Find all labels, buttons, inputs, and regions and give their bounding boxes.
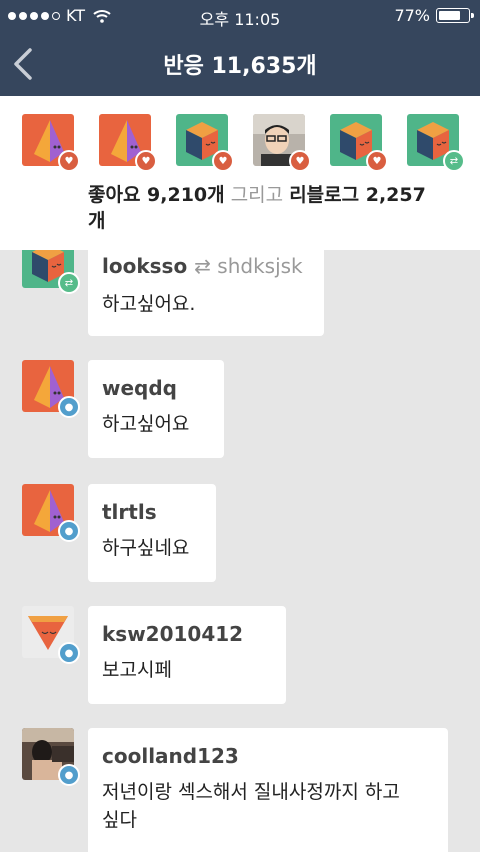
heart-icon: ♥ (135, 150, 157, 172)
likes-panel: ♥ ♥ ♥ ♥ ♥ ⇄ 좋아요 9,210개 그리고 리블로그 2,257 개 (0, 96, 480, 250)
avatar[interactable]: ⇄ (22, 250, 80, 294)
top-bar: KT 오후 11:05 77% 반응 11,635개 (0, 0, 480, 96)
reply-icon: ● (58, 396, 80, 418)
heart-icon: ♥ (289, 150, 311, 172)
avatar[interactable]: ♥ (99, 114, 157, 172)
note-bubble: coolland123 저년이랑 섹스해서 질내사정까지 하고 싶다 (88, 728, 448, 852)
notes-summary: 좋아요 9,210개 그리고 리블로그 2,257 개 (88, 182, 458, 234)
reply-icon: ● (58, 764, 80, 786)
note-username[interactable]: looksso (102, 254, 187, 278)
avatar[interactable]: ● (22, 606, 80, 664)
avatar[interactable]: ♥ (330, 114, 388, 172)
note-text-line: 싶다 (102, 809, 137, 831)
list-item: ⇄ looksso ⇄ shdksjsk 하고싶어요. (0, 250, 480, 336)
note-text: 보고시페 (102, 659, 172, 681)
list-item: ● tlrtls 하구싶네요 (0, 484, 480, 582)
battery-percent: 77% (394, 6, 430, 25)
note-text-line: 저년이랑 섹스해서 질내사정까지 하고 (102, 781, 400, 803)
avatar[interactable]: ♥ (253, 114, 311, 172)
heart-icon: ♥ (366, 150, 388, 172)
note-text: 저년이랑 섹스해서 질내사정까지 하고 싶다 (102, 778, 434, 834)
summary-conjunction: 그리고 (230, 184, 284, 206)
note-bubble: tlrtls 하구싶네요 (88, 484, 216, 582)
page-title: 반응 11,635개 (163, 54, 317, 79)
reblog-icon: ⇄ (58, 272, 80, 294)
status-bar: KT 오후 11:05 77% (0, 0, 480, 34)
avatar[interactable]: ● (22, 360, 80, 418)
note-username[interactable]: tlrtls (102, 500, 202, 524)
reblog-icon: ⇄ (443, 150, 465, 172)
notes-list[interactable]: ⇄ looksso ⇄ shdksjsk 하고싶어요. ● weqdq 하고싶어… (0, 250, 480, 852)
heart-icon: ♥ (58, 150, 80, 172)
avatar[interactable]: ● (22, 728, 80, 786)
avatar[interactable]: ● (22, 484, 80, 542)
reply-icon: ● (58, 642, 80, 664)
note-text: 하고싶어요 (102, 413, 190, 435)
avatar-row: ♥ ♥ ♥ ♥ ♥ ⇄ (22, 114, 472, 172)
battery-icon (436, 8, 474, 23)
note-bubble: looksso ⇄ shdksjsk 하고싶어요. (88, 250, 324, 336)
avatar[interactable]: ♥ (22, 114, 80, 172)
reply-icon: ● (58, 520, 80, 542)
reblogs-unit: 개 (88, 210, 106, 232)
note-username[interactable]: weqdq (102, 376, 210, 400)
avatar[interactable]: ⇄ (407, 114, 465, 172)
reblogged-from[interactable]: shdksjsk (217, 254, 302, 278)
list-item: ● coolland123 저년이랑 섹스해서 질내사정까지 하고 싶다 (0, 728, 480, 852)
avatar[interactable]: ♥ (176, 114, 234, 172)
reblog-icon: ⇄ (194, 254, 218, 278)
note-username[interactable]: ksw2010412 (102, 622, 272, 646)
note-text: 하고싶어요. (102, 293, 196, 315)
note-bubble: weqdq 하고싶어요 (88, 360, 224, 458)
reblogs-count: 리블로그 2,257 (289, 184, 426, 206)
note-bubble: ksw2010412 보고시페 (88, 606, 286, 704)
list-item: ● weqdq 하고싶어요 (0, 360, 480, 458)
list-item: ● ksw2010412 보고시페 (0, 606, 480, 704)
heart-icon: ♥ (212, 150, 234, 172)
battery-status: 77% (394, 6, 474, 25)
note-username[interactable]: coolland123 (102, 744, 434, 768)
likes-count: 좋아요 9,210개 (88, 184, 225, 206)
note-text: 하구싶네요 (102, 537, 190, 559)
